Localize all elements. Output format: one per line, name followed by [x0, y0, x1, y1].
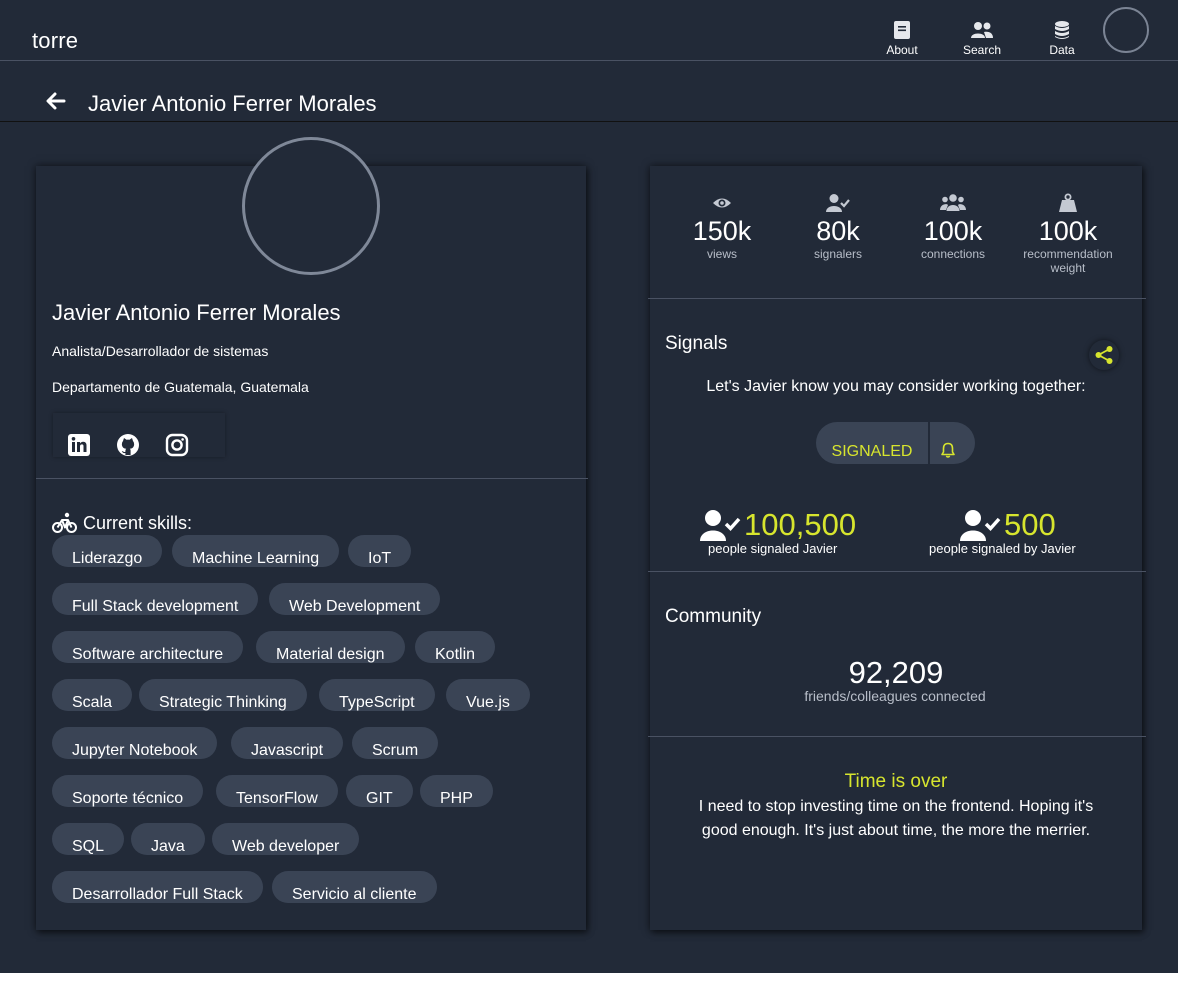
stat-recommendation-weight-label: recommendation weight — [1023, 247, 1113, 275]
eye-icon — [713, 198, 731, 208]
skill-chip[interactable]: Vue.js — [446, 679, 530, 711]
skill-chip[interactable]: Strategic Thinking — [139, 679, 307, 711]
profile-name: Javier Antonio Ferrer Morales — [52, 300, 341, 325]
skill-chip[interactable]: Machine Learning — [172, 535, 340, 567]
stat-connections-label: connections — [920, 247, 986, 261]
stat-views-label: views — [706, 247, 737, 261]
skill-chip[interactable]: GIT — [346, 775, 413, 807]
skill-chip[interactable]: Kotlin — [415, 631, 496, 663]
signals-received-count: 100,500 — [744, 507, 857, 542]
skill-chip[interactable]: Web Development — [269, 583, 441, 615]
signals-prompt: Let's Javier know you may consider worki… — [706, 378, 1086, 395]
skills-heading: Current skills: — [52, 512, 192, 534]
user-check-icon — [826, 194, 850, 212]
weight-icon — [1059, 193, 1077, 212]
nav-about[interactable]: About — [872, 20, 932, 57]
skills-title: Current skills: — [83, 512, 193, 533]
skill-chip[interactable]: Scrum — [352, 727, 439, 759]
nav-data-label: Data — [1049, 43, 1075, 57]
users-icon — [971, 22, 993, 38]
brand-logo[interactable]: torre — [32, 28, 78, 54]
profile-headline: Analista/Desarrollador de sistemas — [52, 343, 269, 359]
skill-chip[interactable]: PHP — [420, 775, 493, 807]
skill-chip[interactable]: Scala — [52, 679, 133, 711]
user-check-icon — [700, 510, 741, 541]
skill-chip[interactable]: Full Stack development — [52, 583, 259, 615]
instagram-icon[interactable] — [165, 433, 189, 457]
share-button[interactable] — [1089, 340, 1119, 370]
stat-signalers-label: signalers — [813, 247, 863, 261]
stat-connections: 100k connections — [898, 193, 1008, 261]
bell-icon — [941, 442, 955, 458]
skill-chip[interactable]: Web developer — [212, 823, 360, 855]
social-links — [53, 413, 225, 457]
signals-received: 100,500 — [700, 508, 856, 542]
stat-signalers: 80k signalers — [783, 193, 893, 261]
users-icon — [940, 194, 966, 211]
skill-chip[interactable]: Software architecture — [52, 631, 244, 663]
page-title: Javier Antonio Ferrer Morales — [88, 91, 377, 116]
skill-chip[interactable]: Jupyter Notebook — [52, 727, 218, 759]
notify-button[interactable] — [930, 422, 975, 464]
user-check-icon — [960, 510, 1001, 541]
stat-signalers-value: 80k — [816, 216, 860, 246]
community-label: friends/colleagues connected — [804, 688, 986, 704]
community-divider — [648, 736, 1146, 737]
notice-text: I need to stop investing time on the fro… — [698, 798, 1094, 839]
stat-views: 150k views — [667, 193, 777, 261]
page-header: Javier Antonio Ferrer Morales — [0, 61, 1178, 122]
notice-title: Time is over — [844, 771, 948, 792]
nav-about-label: About — [886, 43, 918, 57]
signals-received-label: people signaled Javier — [708, 541, 838, 556]
user-avatar[interactable] — [1103, 7, 1149, 53]
linkedin-icon[interactable] — [67, 433, 91, 457]
profile-location: Departamento de Guatemala, Guatemala — [52, 379, 309, 395]
database-icon — [1055, 21, 1069, 39]
skill-chip[interactable]: Liderazgo — [52, 535, 163, 567]
stat-recommendation-weight: 100k recommendation weight — [1013, 193, 1123, 275]
stat-views-value: 150k — [692, 216, 752, 246]
community-title: Community — [665, 606, 762, 627]
bicycle-icon — [52, 512, 77, 533]
signals-title: Signals — [665, 333, 728, 354]
app: torre About Search Data Javier Antonio F… — [0, 0, 1178, 973]
github-icon[interactable] — [116, 433, 140, 457]
back-arrow-icon[interactable] — [46, 91, 66, 111]
profile-avatar — [242, 137, 380, 275]
skill-chip[interactable]: Material design — [256, 631, 405, 663]
signal-button[interactable]: SIGNALED — [816, 422, 928, 464]
skill-chip[interactable]: Servicio al cliente — [272, 871, 437, 903]
signals-given-count: 500 — [1004, 507, 1056, 542]
share-icon — [1095, 346, 1113, 364]
skill-chip[interactable]: Soporte técnico — [52, 775, 204, 807]
skill-chip[interactable]: Java — [131, 823, 205, 855]
stat-connections-value: 100k — [923, 216, 983, 246]
top-bar: torre About Search Data — [0, 0, 1178, 61]
skill-chip[interactable]: TypeScript — [319, 679, 435, 711]
stats-divider — [648, 298, 1146, 299]
stat-recommendation-weight-value: 100k — [1038, 216, 1098, 246]
skill-chip[interactable]: Javascript — [231, 727, 344, 759]
skill-chip[interactable]: IoT — [348, 535, 412, 567]
signals-given-label: people signaled by Javier — [929, 541, 1076, 556]
nav-search[interactable]: Search — [952, 20, 1012, 57]
book-icon — [894, 21, 910, 39]
nav-search-label: Search — [962, 43, 1002, 57]
skill-chip[interactable]: SQL — [52, 823, 125, 855]
signals-divider — [648, 571, 1146, 572]
skill-chip[interactable]: Desarrollador Full Stack — [52, 871, 263, 903]
nav-data[interactable]: Data — [1032, 20, 1092, 57]
skill-chip[interactable]: TensorFlow — [216, 775, 338, 807]
profile-divider — [36, 478, 588, 479]
signals-given: 500 — [960, 508, 1056, 542]
